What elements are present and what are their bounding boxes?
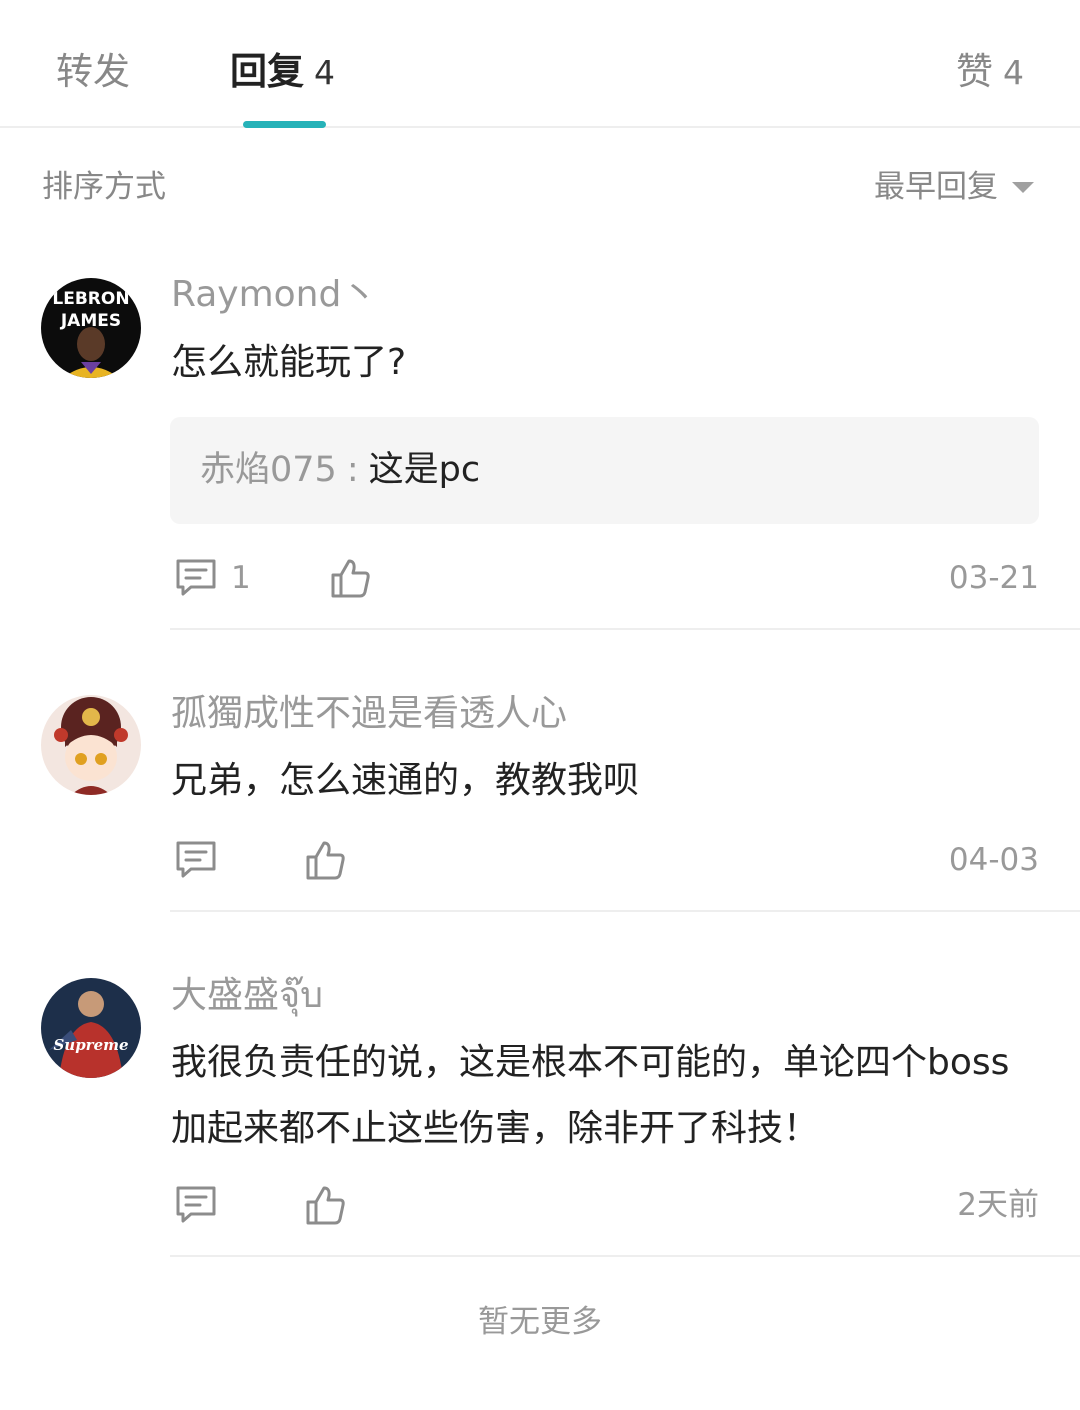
comment-date: 03-21: [948, 560, 1039, 596]
comment-date: 04-03: [948, 842, 1039, 878]
tab-reply-count: 4: [314, 53, 335, 92]
caret-down-icon: [1012, 181, 1034, 193]
tab-forward[interactable]: 转发: [56, 48, 130, 96]
comment-divider: [170, 628, 1080, 630]
avatar-lettering: Supreme: [53, 1036, 128, 1054]
comment-date: 2天前: [957, 1187, 1039, 1223]
quoted-reply-author[interactable]: 赤焰075: [200, 450, 337, 490]
avatar[interactable]: [41, 695, 141, 795]
comment-divider: [170, 910, 1080, 912]
active-tab-indicator: [243, 121, 326, 128]
sort-bar: 排序方式 最早回复: [0, 128, 1080, 240]
comment-actions: 04-03: [171, 837, 1039, 887]
thumbs-up-icon[interactable]: [327, 555, 373, 601]
avatar-lettering: LEBRON: [52, 289, 129, 309]
quoted-reply-text: 这是pc: [368, 450, 481, 490]
comment-text: 兄弟，怎么速通的，教教我呗: [171, 760, 640, 801]
comment-username[interactable]: 孤獨成性不過是看透人心: [171, 690, 567, 738]
comment-bubble-icon[interactable]: [173, 555, 219, 601]
tab-reply[interactable]: 回复 4: [230, 48, 335, 97]
comment-bubble-icon[interactable]: [173, 1182, 219, 1228]
tab-like-count: 4: [1003, 53, 1024, 92]
tab-like-label: 赞: [956, 50, 993, 93]
sort-selected-value: 最早回复: [874, 169, 998, 205]
comment-divider: [170, 1255, 1080, 1257]
quoted-reply[interactable]: 赤焰075: 这是pc: [170, 417, 1039, 524]
comment-username[interactable]: Raymond丶: [171, 271, 377, 319]
tab-like[interactable]: 赞4: [956, 48, 1024, 97]
comment-bubble-icon[interactable]: [173, 837, 219, 883]
sort-dropdown[interactable]: 最早回复: [874, 166, 1034, 208]
avatar[interactable]: LEBRON JAMES: [41, 278, 141, 378]
comment-username[interactable]: 大盛盛จุ๊บ: [171, 972, 323, 1020]
thumbs-up-icon[interactable]: [302, 1182, 348, 1228]
avatar[interactable]: Supreme: [41, 978, 141, 1078]
sort-label: 排序方式: [42, 169, 166, 205]
tab-bar: 转发 回复 4 赞4: [0, 0, 1080, 128]
tab-reply-label: 回复: [230, 50, 304, 93]
tab-forward-label: 转发: [56, 50, 130, 93]
comment-reply-count: 1: [231, 560, 251, 596]
comment-text: 我很负责任的说，这是根本不可能的，单论四个boss加起来都不止这些伤害，除非开了…: [171, 1042, 1010, 1149]
no-more-indicator: 暂无更多: [478, 1304, 602, 1340]
comment-text: 怎么就能玩了?: [171, 342, 407, 383]
comment-actions: 2天前: [171, 1182, 1039, 1232]
quoted-reply-separator: :: [346, 450, 359, 490]
comment-actions: 1 03-21: [171, 555, 1039, 605]
thumbs-up-icon[interactable]: [302, 837, 348, 883]
